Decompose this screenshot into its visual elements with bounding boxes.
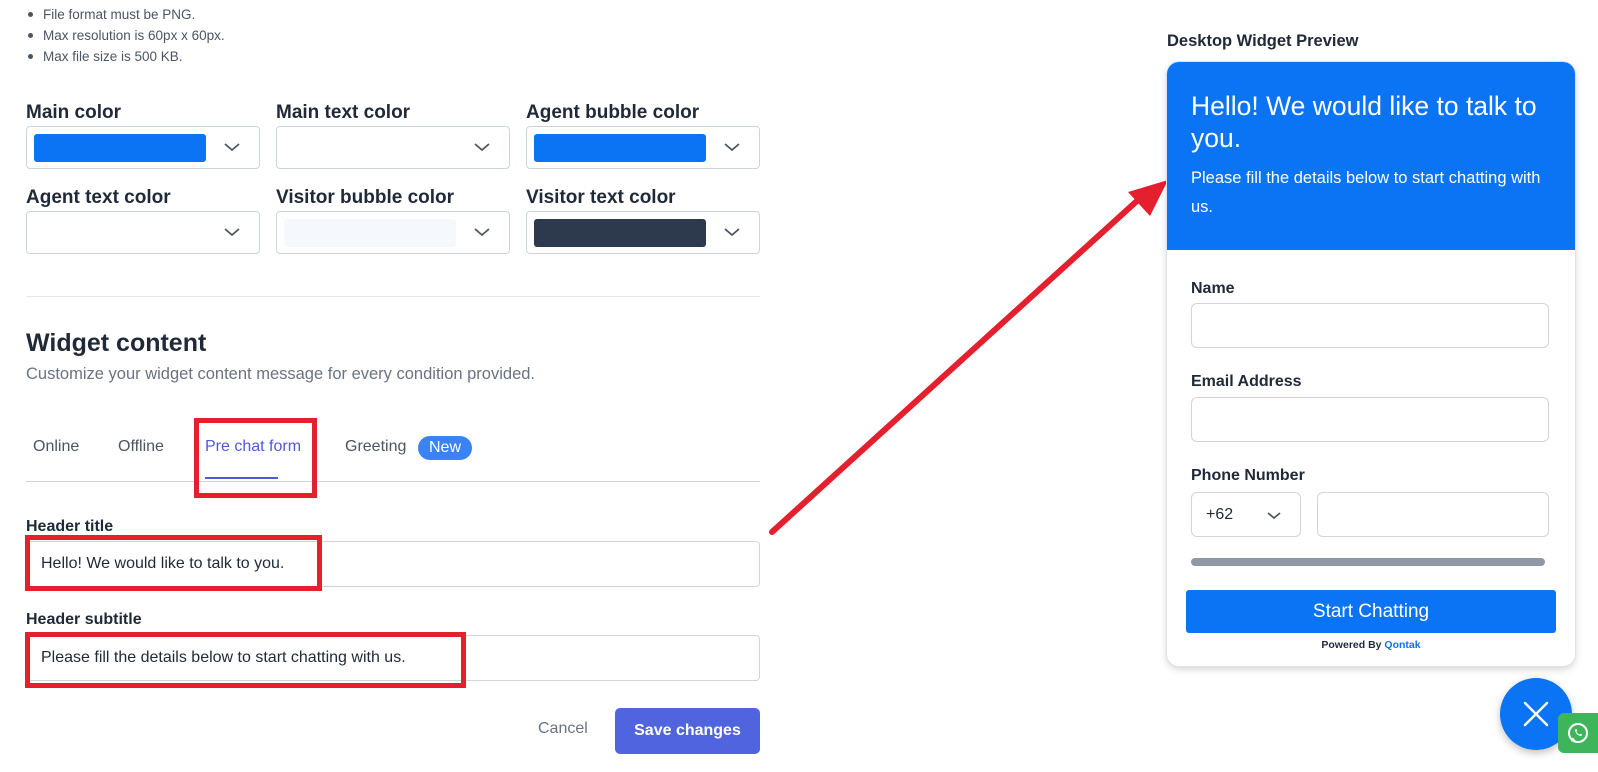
whatsapp-icon — [1568, 723, 1588, 743]
widget-header-title: Hello! We would like to talk to you. — [1191, 91, 1537, 153]
country-code-select[interactable]: +62 — [1191, 492, 1301, 537]
country-code-value: +62 — [1206, 506, 1234, 523]
widget-phone-input[interactable] — [1317, 492, 1549, 537]
widget-name-input[interactable] — [1191, 303, 1549, 348]
chevron-down-icon — [1267, 512, 1281, 520]
powered-by-text: Powered By — [1321, 639, 1382, 651]
chat-widget-preview: Hello! We would like to talk to you. Ple… — [1167, 62, 1575, 666]
horizontal-scrollbar[interactable] — [1191, 558, 1545, 566]
start-chatting-button[interactable]: Start Chatting — [1186, 590, 1556, 633]
whatsapp-button[interactable] — [1558, 713, 1598, 753]
widget-phone-label: Phone Number — [1191, 467, 1305, 484]
powered-by: Powered By Qontak — [1167, 639, 1575, 651]
widget-email-input[interactable] — [1191, 397, 1549, 442]
widget-name-label: Name — [1191, 280, 1235, 297]
brand-logo: Qontak — [1384, 639, 1421, 651]
preview-title: Desktop Widget Preview — [1167, 32, 1359, 50]
widget-header: Hello! We would like to talk to you. Ple… — [1167, 62, 1575, 250]
close-icon — [1523, 701, 1549, 727]
widget-header-subtitle: Please fill the details below to start c… — [1191, 169, 1541, 216]
widget-email-label: Email Address — [1191, 373, 1302, 390]
